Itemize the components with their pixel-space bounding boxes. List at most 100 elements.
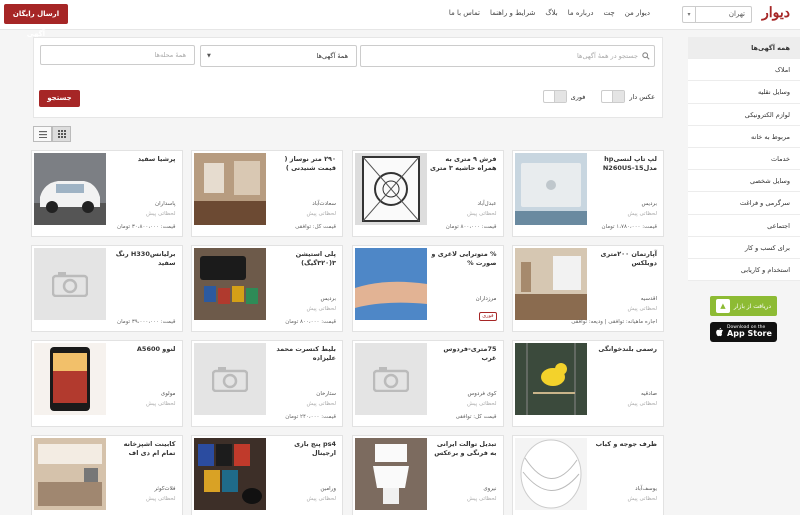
post-ad-button[interactable]: ارسال رایگان آگهی [4,4,68,38]
listing-location: ورامین [320,486,336,492]
sidebar-item-leisure[interactable]: سرگرمی و فراغت [688,192,800,215]
sidebar-item-business[interactable]: برای کسب و کار [688,236,800,259]
listing-time: لحظاتی پیش [627,306,657,312]
chevron-down-icon: ▾ [683,7,696,22]
listing-thumbnail [194,153,266,225]
category-select[interactable]: همهٔ آگهی‌ها ▼ [200,45,357,67]
nav-about[interactable]: درباره ما [568,9,594,17]
listing-thumbnail [515,438,587,510]
listing-price: اجاره ماهیانه: توافقی | ودیعه: توافقی [571,319,657,325]
sidebar-item-home[interactable]: مربوط به خانه [688,125,800,148]
nav-blog[interactable]: بلاگ [545,9,557,17]
search-input[interactable]: جستجو در همهٔ آگهی‌ها [360,45,655,67]
listing-card[interactable]: ۲۹۰ متر نوساز ( قیمت شنیدنی ) سعادت‌آباد ل… [191,150,343,237]
listing-title: ۲۹۰ متر نوساز ( قیمت شنیدنی ) [284,155,336,172]
urgent-toggle[interactable] [542,90,567,103]
listing-title: بلیط کنسرت محمد علیزاده [276,345,336,362]
listing-title: ظرف جوجه و کباب [595,440,657,448]
category-sidebar: همه آگهی‌ها املاک وسایل نقلیه لوازم الکت… [688,37,800,282]
listing-card[interactable]: فرش ۹ متری به همراه حاشیه ۳ متری عبدل‌آبا… [351,150,504,237]
city-select[interactable]: تهران ▾ [682,6,752,23]
listing-card[interactable]: پرشیا سفید پاسداران لحظاتی پیش قیمت: ۳۰،۸۰۰… [30,150,183,237]
listing-thumbnail [33,153,106,225]
listing-card[interactable]: لنوو A5600 مولوی لحظاتی پیش [30,340,183,427]
listing-time: لحظاتی پیش [627,496,657,502]
listing-card[interactable]: بلیط کنسرت محمد علیزاده ستارخان لحظاتی پیش… [191,340,343,427]
listing-card[interactable]: % متوترایی لاغری و صورت % مرزداران فوری [351,245,504,332]
no-image-camera-icon [354,343,427,415]
listing-thumbnail [33,343,106,415]
listing-price: قیمت: ۸۰۰،۰۰۰ تومان [285,319,336,325]
neighborhood-placeholder: همهٔ محله‌ها [154,51,186,59]
listing-thumbnail [354,248,427,320]
listing-thumbnail [194,248,266,320]
listing-card[interactable]: لپ تاپ لنسیhp مدلN260US-15 بردیس لحظاتی پی… [512,150,664,237]
grid-view-button[interactable] [52,126,71,142]
listing-title: برلیانسH330 رنگ سفید [115,250,176,267]
sidebar-item-vehicles[interactable]: وسایل نقلیه [688,81,800,104]
listing-location: بردیس [320,296,336,302]
nav-contact[interactable]: تماس با ما [449,9,480,17]
listing-title: ps4 پنج بازی ارجینال [294,440,336,457]
sidebar-item-all[interactable]: همه آگهی‌ها [688,37,800,60]
listing-card[interactable]: کابینت اشپزخانه تمام ام دی اف فلات‌کوثر لح… [30,435,183,515]
listing-thumbnail [194,438,266,510]
list-view-button[interactable] [33,126,52,142]
photo-toggle[interactable] [601,90,626,103]
listing-price: قیمت: ۱،۷۸۰،۰۰۰ تومان [601,224,658,230]
listing-thumbnail [515,153,587,225]
bazaar-badge-label: دریافت از بازار [733,302,772,310]
nav-terms[interactable]: شرایط و راهنما [490,9,535,17]
listing-location: پاسداران [155,201,176,207]
listing-time: لحظاتی پیش [627,401,657,407]
listing-time: لحظاتی پیش [306,306,336,312]
listing-location: یوسف‌آباد [635,486,657,492]
listing-title: لنوو A5600 [136,345,176,353]
listing-card[interactable]: آپارتمان ۲۰۰متری دوبلکس اقدسیه لحظاتی پیش ا… [512,245,664,332]
sidebar-item-real-estate[interactable]: املاک [688,59,800,82]
sidebar-item-jobs[interactable]: استخدام و کاریابی [688,258,800,282]
neighborhood-select[interactable]: همهٔ محله‌ها [40,45,195,65]
nav-chat[interactable]: چت [603,9,614,17]
listing-title: پلی استیشن ۳(۳۲۰گیگ) [295,250,336,267]
nav-my-divar[interactable]: دیوار من [625,9,650,17]
listing-location: بردیس [641,201,657,207]
divar-logo[interactable]: دیوار [762,5,790,21]
listing-location: کوی فردوس [467,391,497,397]
sidebar-item-services[interactable]: خدمات [688,147,800,171]
listing-card[interactable]: پلی استیشن ۳(۳۲۰گیگ) بردیس لحظاتی پیش قیمت:… [191,245,343,332]
listing-card[interactable]: ظرف جوجه و کباب یوسف‌آباد لحظاتی پیش [512,435,664,515]
grid-icon [57,130,66,138]
listing-title: رسمی بلندخوانگی [598,345,657,353]
listing-location: مولوی [160,391,176,397]
sidebar-item-electronics[interactable]: لوازم الکترونیکی [688,103,800,126]
urgent-toggle-label: فوری [570,92,586,101]
sidebar-item-social[interactable]: اجتماعی [688,214,800,237]
listing-card[interactable]: رسمی بلندخوانگی صادقیه لحظاتی پیش [512,340,664,427]
bazaar-download-badge[interactable]: دریافت از بازار ▲ [710,296,777,316]
listing-location: سعادت‌آباد [312,201,336,207]
urgent-badge: فوری [479,312,497,321]
listing-grid: لپ تاپ لنسیhp مدلN260US-15 بردیس لحظاتی پی… [30,150,664,515]
search-button[interactable]: جستجو [39,90,80,107]
listing-time: لحظاتی پیش [146,496,176,502]
listing-title: پرشیا سفید [137,155,176,163]
listing-card[interactable]: برلیانسH330 رنگ سفید قیمت: ۳۹،۰۰۰،۰۰۰ توم… [30,245,183,332]
listing-time: لحظاتی پیش [306,496,336,502]
appstore-big-text: App Store [727,329,772,339]
listing-thumbnail [354,438,427,510]
listing-price: قیمت: ۳۹،۰۰۰،۰۰۰ تومان [117,319,176,325]
listing-location: نیروی [483,486,497,492]
search-icon [642,52,650,60]
listing-card[interactable]: تبدیل توالت ایرانی به فرنگی و برعکس نیروی… [351,435,504,515]
sidebar-item-personal[interactable]: وسایل شخصی [688,170,800,193]
listing-card[interactable]: ps4 پنج بازی ارجینال ورامین لحظاتی پیش [191,435,343,515]
listing-title: آپارتمان ۲۰۰متری دوبلکس [600,250,658,267]
listing-card[interactable]: 75متری-فردوس غرب کوی فردوس لحظاتی پیش قیمت … [351,340,504,427]
listing-location: صادقیه [640,391,657,397]
listing-location: فلات‌کوثر [154,486,176,492]
appstore-download-badge[interactable]: Download on the App Store [710,322,777,342]
listing-location: ستارخان [316,391,336,397]
filter-toggles: عکس دار فوری [542,90,655,103]
listing-time: لحظاتی پیش [627,211,657,217]
